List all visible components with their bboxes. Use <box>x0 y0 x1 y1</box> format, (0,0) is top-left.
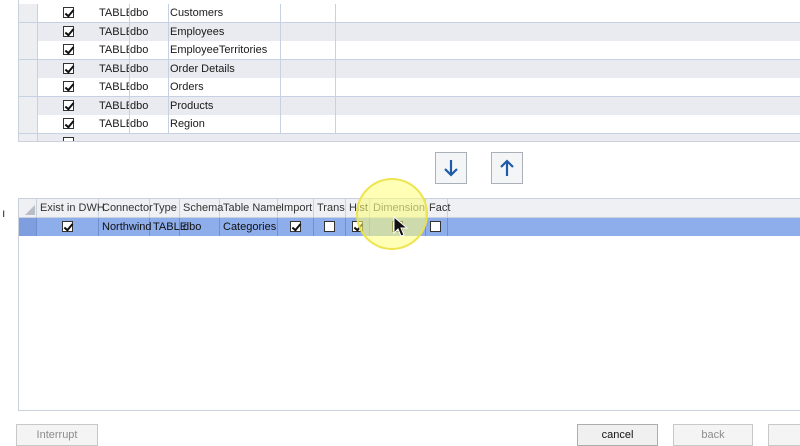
schema-cell: dbo <box>128 115 169 133</box>
table-name-cell: Region <box>167 115 281 133</box>
row-header[interactable] <box>19 97 38 115</box>
grid-header-row: Exist in DWH Connector Type Schema Table… <box>19 199 800 218</box>
row-header[interactable] <box>19 4 38 22</box>
table-name-cell: Products <box>167 97 281 115</box>
type-cell: TABLE <box>97 115 130 133</box>
row-header[interactable] <box>19 78 38 96</box>
schema-cell: dbo <box>128 60 169 78</box>
empty-cell <box>281 23 336 41</box>
next-button[interactable] <box>768 424 800 446</box>
table-name-cell: Order Details <box>167 60 281 78</box>
column-header-exist-in-dwh[interactable]: Exist in DWH <box>37 199 105 217</box>
column-header-dimension[interactable]: Dimension <box>370 199 426 217</box>
table-row-selected[interactable]: Northwind TABLE dbo Categories <box>19 218 800 236</box>
arrow-down-icon <box>444 160 458 177</box>
schema-cell: dbo <box>128 78 169 96</box>
type-cell: TABLE <box>97 4 130 22</box>
column-header-hist[interactable]: Hist <box>346 199 370 217</box>
row-header[interactable] <box>19 41 38 59</box>
table-row[interactable]: TABLE dbo Orders <box>19 78 800 97</box>
select-checkbox[interactable] <box>63 26 74 37</box>
select-checkbox[interactable] <box>63 81 74 92</box>
fact-checkbox[interactable] <box>430 221 441 232</box>
empty-cell <box>281 97 336 115</box>
row-header[interactable] <box>19 115 38 133</box>
corner-triangle-icon <box>25 205 35 215</box>
table-row[interactable] <box>19 134 800 141</box>
table-name-cell: Categories <box>220 218 278 236</box>
import-cell <box>278 218 314 236</box>
column-header-fact[interactable]: Fact <box>426 199 450 217</box>
row-header[interactable] <box>19 60 38 78</box>
table-row[interactable]: TABLE dbo Employees <box>19 23 800 42</box>
schema-cell: dbo <box>128 97 169 115</box>
column-header-schema[interactable]: Schema <box>180 199 223 217</box>
empty-cell <box>281 60 336 78</box>
select-checkbox[interactable] <box>63 7 74 18</box>
trans-checkbox[interactable] <box>324 221 335 232</box>
column-header-import[interactable]: Import <box>278 199 314 217</box>
empty-cell <box>281 78 336 96</box>
table-name-cell: Customers <box>167 4 281 22</box>
selected-tables-grid: Exist in DWH Connector Type Schema Table… <box>18 198 800 411</box>
type-cell: TABLE <box>97 97 130 115</box>
select-checkbox[interactable] <box>63 44 74 55</box>
table-row[interactable]: TABLE dbo EmployeeTerritories <box>19 41 800 60</box>
type-cell: TABLE <box>150 218 187 236</box>
exist-in-dwh-checkbox[interactable] <box>62 221 73 232</box>
empty-cell <box>281 115 336 133</box>
schema-cell: dbo <box>128 41 169 59</box>
import-checkbox[interactable] <box>290 221 301 232</box>
row-header[interactable] <box>19 134 38 141</box>
select-checkbox[interactable] <box>63 118 74 129</box>
interrupt-button[interactable]: Interrupt <box>16 424 98 446</box>
back-button[interactable]: back <box>673 424 753 446</box>
exist-in-dwh-cell <box>37 218 99 236</box>
select-checkbox[interactable] <box>63 137 74 141</box>
cancel-button[interactable]: cancel <box>577 424 658 446</box>
table-name-cell: EmployeeTerritories <box>167 41 281 59</box>
select-all-corner[interactable] <box>19 199 37 217</box>
type-cell: TABLE <box>97 60 130 78</box>
empty-cell <box>281 4 336 22</box>
column-header-trans[interactable]: Trans <box>314 199 346 217</box>
table-name-cell: Employees <box>167 23 281 41</box>
type-cell: TABLE <box>97 41 130 59</box>
schema-cell: dbo <box>128 23 169 41</box>
type-cell: TABLE <box>97 23 130 41</box>
trans-cell <box>314 218 346 236</box>
move-up-button[interactable] <box>491 152 523 184</box>
row-header[interactable] <box>19 23 38 41</box>
select-checkbox[interactable] <box>63 100 74 111</box>
table-row[interactable]: TABLE dbo Customers <box>19 4 800 23</box>
schema-cell: dbo <box>180 218 220 236</box>
fact-cell <box>426 218 448 236</box>
column-header-connector[interactable]: Connector <box>99 199 153 217</box>
clipped-label-fragment: ı <box>2 206 6 220</box>
select-checkbox[interactable] <box>63 63 74 74</box>
column-header-table-name[interactable]: Table Name <box>220 199 282 217</box>
connector-cell: Northwind <box>99 218 152 236</box>
table-row[interactable]: TABLE dbo Region <box>19 115 800 134</box>
mouse-pointer-icon <box>393 216 409 237</box>
table-name-cell: Orders <box>167 78 281 96</box>
hist-checkbox[interactable] <box>352 221 363 232</box>
table-row[interactable]: TABLE dbo Order Details <box>19 60 800 79</box>
schema-cell: dbo <box>128 4 169 22</box>
arrow-up-icon <box>500 159 514 176</box>
column-header-type[interactable]: Type <box>150 199 180 217</box>
available-tables-grid: TABLE dbo Customers TABLE dbo Employees … <box>18 0 800 142</box>
hist-cell <box>346 218 370 236</box>
move-down-button[interactable] <box>435 152 467 184</box>
table-row[interactable]: TABLE dbo Products <box>19 97 800 116</box>
empty-cell <box>281 41 336 59</box>
row-header[interactable] <box>19 218 37 236</box>
type-cell: TABLE <box>97 78 130 96</box>
